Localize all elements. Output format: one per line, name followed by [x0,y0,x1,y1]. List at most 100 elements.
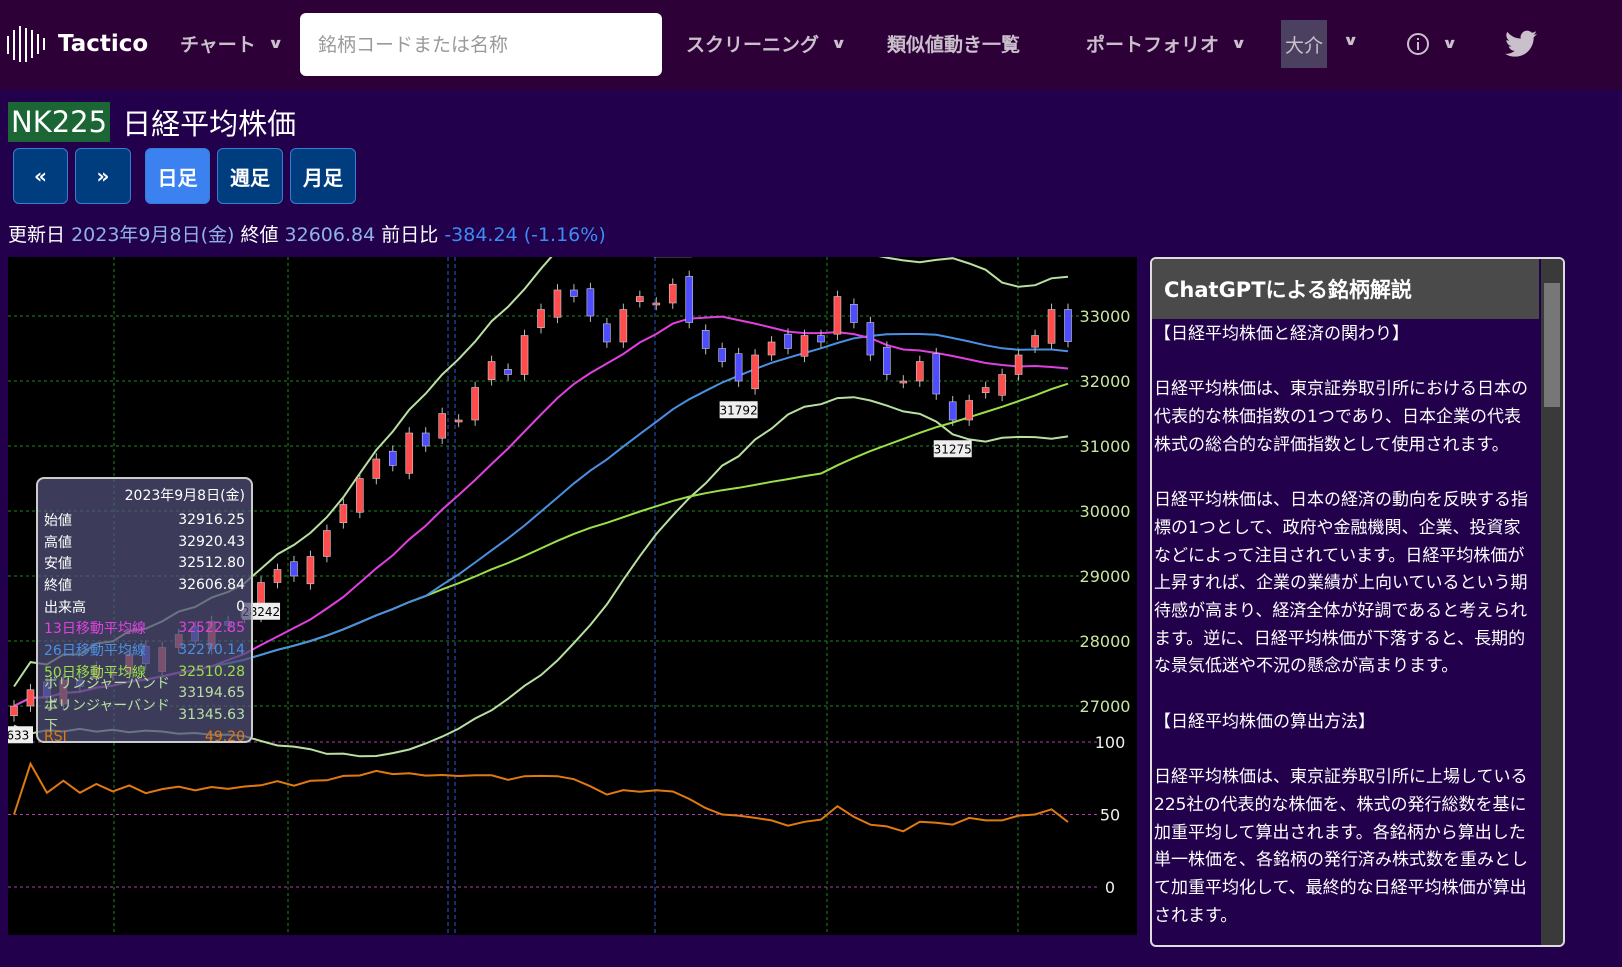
candle-body [915,361,924,382]
ticker-name: 日経平均株価 [122,107,297,141]
tooltip-label: 高値 [44,534,72,551]
candle-body [619,309,628,343]
candle-body [652,302,661,306]
candle-body [471,387,479,421]
rsi-tick-label: 100 [1095,733,1126,752]
panel-title: ChatGPTによる銘柄解説 [1152,259,1539,319]
updated-label: 更新日 [8,224,66,246]
candle-body [1064,309,1072,342]
candle-body [421,432,430,447]
candle-body [899,380,908,384]
price-tick-label: 31000 [1080,437,1131,456]
price-tick-label: 33000 [1080,307,1131,326]
tooltip-label: 終値 [44,577,72,594]
tooltip-row: 13日移動平均線 32522.85 [44,617,245,639]
nav-portfolio-label: ポートフォリオ [1086,34,1220,56]
candle-body [767,341,776,356]
tooltip-value: 32270.14 [178,641,245,658]
candle-body [454,419,463,423]
tooltip-label: RSI [44,728,67,745]
candle-body [1047,309,1056,344]
nav-chart-menu[interactable]: チャート ∨ [180,30,283,57]
info-menu[interactable]: ∨ [1406,32,1458,56]
tooltip-value: 33194.65 [178,685,245,702]
brand-logo[interactable]: Tactico [4,24,148,64]
candle-body [356,478,364,513]
next-button[interactable]: » [75,148,131,204]
search-input[interactable] [300,13,662,76]
candle-body [685,276,694,323]
candle-body [866,322,875,356]
rsi-tick-label: 0 [1105,878,1115,897]
nav-portfolio-menu[interactable]: ポートフォリオ ∨ [1086,30,1247,57]
panel-scrollbar[interactable] [1541,259,1563,945]
candle-body [718,348,726,362]
price-annotation: 5633 [8,728,29,742]
analysis-panel: ChatGPTによる銘柄解説 【日経平均株価と経済の関わり】 日経平均株価は、東… [1150,257,1565,947]
candle-body [405,432,414,474]
panel-paragraph: 日経平均株価は、日本の経済の動向を反映する指標の1つとして、政府や金融機関、企業… [1154,490,1528,677]
candle-body [817,335,825,343]
page-title: NK225 日経平均株価 [8,101,296,143]
rsi-tick-label: 50 [1100,806,1120,825]
tooltip-value: 32606.84 [178,576,245,593]
chevron-down-icon: ∨ [1230,35,1247,52]
tooltip-row: 26日移動平均線 32270.14 [44,639,245,661]
candle-body [603,323,611,343]
logo-icon [7,26,45,62]
price-tick-label: 28000 [1080,632,1131,651]
daily-button[interactable]: 日足 [145,148,210,204]
nav-similar-label: 類似値動き一覧 [887,34,1021,56]
candle-body [636,296,644,302]
candle-body [273,569,282,583]
tooltip-label: 13日移動平均線 [44,621,146,638]
ticker-code: NK225 [8,102,111,142]
candle-body [668,283,677,304]
tooltip-value: 32522.85 [178,620,245,637]
candle-body [850,303,858,323]
close-label: 終値 [240,224,279,246]
candle-body [372,458,381,479]
candle-body [800,335,809,357]
brand-name: Tactico [58,31,149,57]
tooltip-value: 32920.43 [178,533,245,550]
price-annotation: 31275 [934,442,972,456]
tooltip-label: 26日移動平均線 [44,642,146,659]
twitter-icon[interactable] [1505,30,1537,58]
tooltip-value: 0 [236,598,245,615]
candle-body [883,346,891,375]
tooltip-row: 始値 32916.25 [44,509,245,531]
tooltip-value: 32512.80 [178,555,245,572]
candle-body [26,689,35,707]
close-value: 32606.84 [284,224,376,246]
price-tick-label: 27000 [1080,697,1131,716]
candle-body [784,333,792,349]
nav-screening-menu[interactable]: スクリーニング ∨ [686,30,847,57]
tooltip-value: 32510.28 [178,663,245,680]
user-chevron-down-icon[interactable]: ∨ [1343,33,1359,49]
nav-similar-link[interactable]: 類似値動き一覧 [887,30,1020,57]
candle-body [388,450,397,466]
tooltip-label: 安値 [44,556,72,573]
tooltip-label: 出来高 [44,599,86,616]
candle-body [932,353,941,395]
weekly-button[interactable]: 週足 [217,148,283,204]
tooltip-row: 安値 32512.80 [44,552,245,574]
candle-body [1031,335,1039,348]
tooltip-row: 終値 32606.84 [44,574,245,596]
candle-body [553,289,562,318]
price-tick-label: 32000 [1080,372,1131,391]
price-info: 更新日 2023年9月8日(金) 終値 32606.84 前日比 -384.24… [8,220,606,247]
prev-button[interactable]: « [13,148,68,204]
candle-body [833,296,842,335]
scrollbar-thumb[interactable] [1544,283,1560,407]
info-icon [1407,33,1429,55]
tooltip-row: 出来高 0 [44,596,245,618]
chart-tooltip: 2023年9月8日(金) 始値 32916.25 高値 32920.43 安値 32512… [36,477,253,745]
user-button[interactable]: 大介 [1281,20,1327,68]
candle-body [306,556,315,585]
chevron-down-icon: ∨ [1441,36,1458,52]
monthly-button[interactable]: 月足 [290,148,356,204]
candle-body [290,561,298,577]
panel-body: 【日経平均株価と経済の関わり】 日経平均株価は、東京証券取引所における日本の代表… [1152,319,1563,930]
